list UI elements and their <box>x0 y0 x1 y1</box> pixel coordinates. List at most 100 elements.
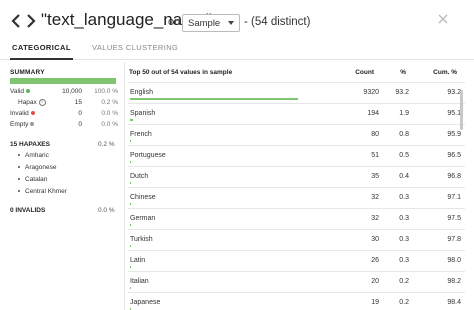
row-cum-pct: 95.1 <box>447 110 461 117</box>
summary-valid-bar <box>10 78 116 84</box>
col-count-header[interactable]: Count <box>355 69 374 76</box>
table-row[interactable]: English 9320 93.2 93.2 <box>128 82 465 103</box>
row-pct: 0.3 <box>399 194 409 201</box>
row-value: English <box>130 89 153 96</box>
table-row[interactable]: Japanese 19 0.2 98.4 <box>128 292 465 310</box>
row-count: 26 <box>371 257 379 264</box>
row-cum-pct: 98.0 <box>447 257 461 264</box>
chevron-right-icon <box>27 14 36 28</box>
invalid-dot-icon <box>30 111 35 116</box>
row-pct: 0.3 <box>399 257 409 264</box>
empty-count: 0 <box>78 121 82 128</box>
table-row[interactable]: Dutch 35 0.4 96.8 <box>128 166 465 187</box>
row-pct: 0.2 <box>399 278 409 285</box>
row-cum-pct: 97.1 <box>447 194 461 201</box>
row-pct: 0.3 <box>399 236 409 243</box>
row-value: Latin <box>130 257 146 264</box>
sample-select-value: Sample <box>188 18 221 29</box>
row-value: French <box>130 131 152 138</box>
stat-row-valid: Valid 10,000 100.0 % <box>10 88 118 98</box>
invalid-pct: 0.0 % <box>101 110 118 117</box>
empty-label: Empty <box>10 121 29 128</box>
table-row[interactable]: Latin 26 0.3 98.0 <box>128 250 465 271</box>
table-row[interactable]: Turkish 30 0.3 97.8 <box>128 229 465 250</box>
table-header: Top 50 out of 54 values in sample Count … <box>125 69 465 81</box>
row-pct: 0.2 <box>399 299 409 306</box>
row-cum-pct: 96.5 <box>447 152 461 159</box>
tab-categorical[interactable]: CATEGORICAL <box>10 43 73 60</box>
hapax-count: 15 <box>74 99 82 106</box>
row-count: 30 <box>371 236 379 243</box>
row-pct: 0.3 <box>399 215 409 222</box>
table-row[interactable]: Portuguese 51 0.5 96.5 <box>128 145 465 166</box>
bullet-icon <box>18 154 20 157</box>
table-row[interactable]: Chinese 32 0.3 97.1 <box>128 187 465 208</box>
hapaxes-title: 15 HAPAXES <box>10 141 50 148</box>
table-row[interactable]: Italian 20 0.2 98.2 <box>128 271 465 292</box>
summary-title: SUMMARY <box>10 69 45 76</box>
next-column-button[interactable] <box>25 13 37 29</box>
row-share-bar <box>130 203 131 205</box>
scrollbar[interactable] <box>460 90 463 130</box>
table-row[interactable]: Spanish 194 1.9 95.1 <box>128 103 465 124</box>
row-count: 194 <box>367 110 379 117</box>
valid-pct: 100.0 % <box>94 88 118 95</box>
table-row[interactable]: French 80 0.8 95.9 <box>128 124 465 145</box>
row-cum-pct: 98.2 <box>447 278 461 285</box>
valid-count: 10,000 <box>62 88 82 95</box>
row-share-bar <box>130 119 133 121</box>
close-icon <box>438 14 448 24</box>
bullet-icon <box>18 190 20 193</box>
table-row[interactable]: German 32 0.3 97.5 <box>128 208 465 229</box>
distinct-count: - (54 distinct) <box>244 16 311 28</box>
row-value: Spanish <box>130 110 156 117</box>
row-count: 80 <box>371 131 379 138</box>
col-cum-header[interactable]: Cum. % <box>433 69 457 76</box>
hapax-item[interactable]: Amharic <box>18 152 49 159</box>
row-share-bar <box>130 98 298 100</box>
info-icon[interactable]: i <box>38 99 46 106</box>
stat-row-empty: Empty 0 0.0 % <box>10 121 118 131</box>
valid-dot-icon <box>25 89 30 94</box>
row-cum-pct: 97.5 <box>447 215 461 222</box>
previous-column-button[interactable] <box>10 13 22 29</box>
row-value: Japanese <box>130 299 161 306</box>
header-bar: "text_language_name" on Sample - (54 dis… <box>0 0 474 40</box>
col-pct-header[interactable]: % <box>400 69 406 76</box>
hapax-label: Hapax <box>18 99 37 107</box>
row-pct: 1.9 <box>399 110 409 117</box>
row-cum-pct: 96.8 <box>447 173 461 180</box>
row-share-bar <box>130 161 131 163</box>
row-pct: 93.2 <box>395 89 409 96</box>
table-title: Top 50 out of 54 values in sample <box>129 69 233 76</box>
row-pct: 0.5 <box>399 152 409 159</box>
row-count: 51 <box>371 152 379 159</box>
hapax-item[interactable]: Catalan <box>18 176 47 183</box>
row-share-bar <box>130 287 131 289</box>
row-count: 9320 <box>363 89 379 96</box>
bullet-icon <box>18 166 20 169</box>
hapax-item[interactable]: Aragonese <box>18 164 56 171</box>
row-cum-pct: 98.4 <box>447 299 461 306</box>
bullet-icon <box>18 178 20 181</box>
valid-label: Valid <box>10 88 24 95</box>
row-count: 32 <box>371 215 379 222</box>
hapax-item[interactable]: Central Khmer <box>18 188 67 195</box>
close-button[interactable] <box>436 12 450 26</box>
row-cum-pct: 97.8 <box>447 236 461 243</box>
row-value: Italian <box>130 278 149 285</box>
row-cum-pct: 93.2 <box>447 89 461 96</box>
invalids-title: 0 INVALIDS <box>10 207 46 214</box>
hapax-pct: 0.2 % <box>101 99 118 106</box>
row-cum-pct: 95.9 <box>447 131 461 138</box>
tab-bar: CATEGORICAL VALUES CLUSTERING <box>0 40 474 60</box>
row-value: Chinese <box>130 194 156 201</box>
row-share-bar <box>130 140 131 142</box>
row-pct: 0.4 <box>399 173 409 180</box>
sample-select[interactable]: Sample <box>182 14 240 32</box>
invalid-label: Invalid <box>10 110 29 117</box>
row-count: 32 <box>371 194 379 201</box>
tab-values-clustering[interactable]: VALUES CLUSTERING <box>92 43 178 60</box>
empty-pct: 0.0 % <box>101 121 118 128</box>
row-share-bar <box>130 182 131 184</box>
